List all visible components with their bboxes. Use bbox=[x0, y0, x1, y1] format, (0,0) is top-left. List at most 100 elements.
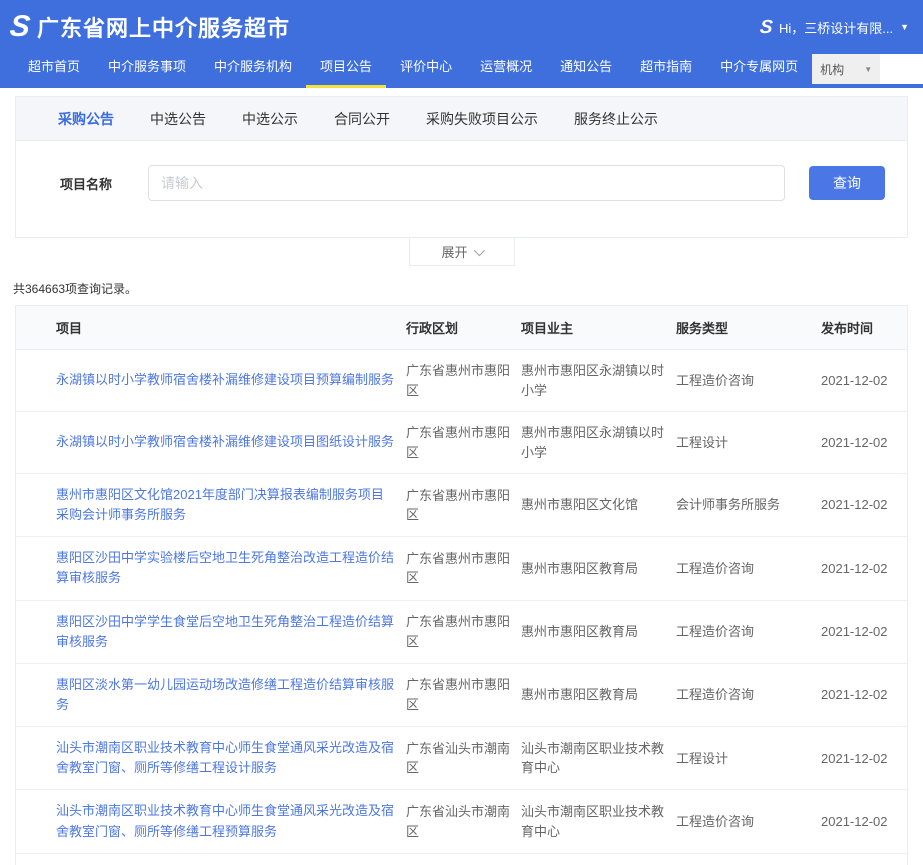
region-cell-text: 广东省惠州市惠阳区 bbox=[406, 677, 510, 712]
expand-label: 展开 bbox=[441, 242, 467, 261]
search-category-value: 机构 bbox=[820, 61, 844, 78]
nav-item-通知公告[interactable]: 通知公告 bbox=[546, 56, 626, 88]
region-cell: 广东省惠州市惠阳区 bbox=[406, 612, 521, 651]
project-link[interactable]: 惠州市惠阳区文化馆2021年度部门决算报表编制服务项目采购会计师事务所服务 bbox=[56, 485, 396, 525]
table-header-row: 项目行政区划项目业主服务类型发布时间 bbox=[16, 306, 907, 350]
table-body: 永湖镇以时小学教师宿舍楼补漏维修建设项目预算编制服务广东省惠州市惠阳区惠州市惠阳… bbox=[16, 350, 907, 865]
project-cell: 永湖镇以时小学教师宿舍楼补漏维修建设项目图纸设计服务 bbox=[16, 432, 406, 452]
nav-item-运营概况[interactable]: 运营概况 bbox=[466, 56, 546, 88]
service-type-cell-text: 会计师事务所服务 bbox=[676, 497, 780, 512]
region-cell: 广东省惠州市惠阳区 bbox=[406, 675, 521, 714]
user-caret-down-icon: ▼ bbox=[900, 22, 909, 32]
nav-item-中介服务事项[interactable]: 中介服务事项 bbox=[94, 56, 200, 88]
owner-cell: 汕头市潮南区职业技术教育中心 bbox=[521, 802, 676, 841]
search-category-select[interactable]: 机构 ▼ bbox=[812, 54, 880, 84]
project-link[interactable]: 永湖镇以时小学教师宿舍楼补漏维修建设项目预算编制服务 bbox=[56, 370, 396, 390]
query-button[interactable]: 查询 bbox=[809, 166, 885, 200]
owner-cell-text: 汕头市潮南区职业技术教育中心 bbox=[521, 741, 664, 776]
results-table: 项目行政区划项目业主服务类型发布时间 永湖镇以时小学教师宿舍楼补漏维修建设项目预… bbox=[15, 305, 908, 865]
column-header: 服务类型 bbox=[676, 318, 821, 337]
nav-item-中介专属网页[interactable]: 中介专属网页 bbox=[706, 56, 812, 88]
owner-cell-text: 汕头市潮南区职业技术教育中心 bbox=[521, 804, 664, 839]
region-cell-text: 广东省惠州市惠阳区 bbox=[406, 551, 510, 586]
page-body: 采购公告中选公告中选公示合同公开采购失败项目公示服务终止公示 项目名称 查询 展… bbox=[0, 88, 923, 865]
owner-cell: 汕头市潮南区职业技术教育中心 bbox=[521, 739, 676, 778]
project-link[interactable]: 汕头市潮南区职业技术教育中心师生食堂通风采光改造及宿舍教室门窗、厕所等修缮工程预… bbox=[56, 801, 396, 841]
user-greeting: Hi，三桥设计有限... bbox=[779, 18, 893, 37]
publish-date-cell: 2021-12-02 bbox=[821, 371, 907, 391]
site-header: S 广东省网上中介服务超市 S Hi，三桥设计有限... ▼ 超市首页中介服务事… bbox=[0, 0, 923, 88]
service-type-cell-text: 工程造价咨询 bbox=[676, 373, 754, 388]
table-row: 惠阳区淡水第一幼儿园运动场改造修缮工程造价结算审核服务广东省惠州市惠阳区惠州市惠… bbox=[16, 664, 907, 727]
project-cell: 永湖镇以时小学教师宿舍楼补漏维修建设项目预算编制服务 bbox=[16, 370, 406, 390]
service-type-cell: 工程设计 bbox=[676, 433, 821, 453]
publish-date-cell-text: 2021-12-02 bbox=[821, 624, 888, 639]
project-cell: 汕头市潮南区职业技术教育中心师生食堂通风采光改造及宿舍教室门窗、厕所等修缮工程设… bbox=[16, 738, 406, 778]
project-link[interactable]: 永湖镇以时小学教师宿舍楼补漏维修建设项目图纸设计服务 bbox=[56, 432, 396, 452]
owner-cell: 惠州市惠阳区教育局 bbox=[521, 559, 676, 579]
table-row: 汕头市潮南区职业技术教育中心师生食堂通风采光改造及宿舍教室门窗、厕所等修缮工程设… bbox=[16, 727, 907, 790]
owner-cell: 惠州市惠阳区永湖镇以时小学 bbox=[521, 423, 676, 462]
publish-date-cell-text: 2021-12-02 bbox=[821, 373, 888, 388]
tab-服务终止公示[interactable]: 服务终止公示 bbox=[556, 97, 676, 141]
nav-item-超市指南[interactable]: 超市指南 bbox=[626, 56, 706, 88]
owner-cell-text: 惠州市惠阳区教育局 bbox=[521, 561, 638, 576]
owner-cell-text: 惠州市惠阳区文化馆 bbox=[521, 497, 638, 512]
service-type-cell-text: 工程造价咨询 bbox=[676, 561, 754, 576]
tab-合同公开[interactable]: 合同公开 bbox=[316, 97, 408, 141]
service-type-cell-text: 工程设计 bbox=[676, 751, 728, 766]
publish-date-cell-text: 2021-12-02 bbox=[821, 435, 888, 450]
expand-toggle[interactable]: 展开 bbox=[409, 238, 515, 266]
nav-item-评价中心[interactable]: 评价中心 bbox=[386, 56, 466, 88]
project-name-input[interactable] bbox=[148, 165, 785, 201]
project-link[interactable]: 汕头市潮南区职业技术教育中心师生食堂通风采光改造及宿舍教室门窗、厕所等修缮工程设… bbox=[56, 738, 396, 778]
publish-date-cell: 2021-12-02 bbox=[821, 433, 907, 453]
nav-item-超市首页[interactable]: 超市首页 bbox=[14, 56, 94, 88]
user-menu[interactable]: S Hi，三桥设计有限... ▼ bbox=[760, 18, 909, 37]
region-cell-text: 广东省惠州市惠阳区 bbox=[406, 363, 510, 398]
owner-cell: 惠州市惠阳区永湖镇以时小学 bbox=[521, 361, 676, 400]
publish-date-cell: 2021-12-02 bbox=[821, 685, 907, 705]
header-search: 机构 ▼ bbox=[812, 54, 923, 84]
table-row: 惠阳区沙田中学实验楼后空地卫生死角整治改造工程造价结算审核服务广东省惠州市惠阳区… bbox=[16, 537, 907, 600]
project-link[interactable]: 惠阳区沙田中学学生食堂后空地卫生死角整治工程造价结算审核服务 bbox=[56, 612, 396, 652]
tab-采购公告[interactable]: 采购公告 bbox=[40, 97, 132, 141]
owner-cell: 惠州市惠阳区文化馆 bbox=[521, 495, 676, 515]
service-type-cell: 工程造价咨询 bbox=[676, 559, 821, 579]
column-header: 项目业主 bbox=[521, 318, 676, 337]
nav-item-中介服务机构[interactable]: 中介服务机构 bbox=[200, 56, 306, 88]
publish-date-cell: 2021-12-02 bbox=[821, 812, 907, 832]
site-title: 广东省网上中介服务超市 bbox=[37, 11, 290, 43]
publish-date-cell: 2021-12-02 bbox=[821, 495, 907, 515]
owner-cell: 惠州市惠阳区教育局 bbox=[521, 685, 676, 705]
service-type-cell: 工程造价咨询 bbox=[676, 812, 821, 832]
owner-cell-text: 惠州市惠阳区教育局 bbox=[521, 624, 638, 639]
region-cell: 广东省惠州市惠阳区 bbox=[406, 361, 521, 400]
filter-form: 项目名称 查询 bbox=[16, 141, 907, 237]
service-type-cell: 工程设计 bbox=[676, 749, 821, 769]
region-cell: 广东省惠州市惠阳区 bbox=[406, 549, 521, 588]
region-cell-text: 广东省惠州市惠阳区 bbox=[406, 425, 510, 460]
project-link[interactable]: 惠阳区沙田中学实验楼后空地卫生死角整治改造工程造价结算审核服务 bbox=[56, 548, 396, 588]
region-cell: 广东省惠州市惠阳区 bbox=[406, 486, 521, 525]
tab-中选公示[interactable]: 中选公示 bbox=[224, 97, 316, 141]
user-logo-icon: S bbox=[759, 18, 773, 37]
table-row: 永湖镇以时小学教师宿舍楼补漏维修建设项目预算编制服务广东省惠州市惠阳区惠州市惠阳… bbox=[16, 350, 907, 412]
publish-date-cell: 2021-12-02 bbox=[821, 622, 907, 642]
header-search-input[interactable] bbox=[880, 54, 923, 84]
project-link[interactable]: 惠阳区淡水第一幼儿园运动场改造修缮工程造价结算审核服务 bbox=[56, 675, 396, 715]
nav-item-项目公告[interactable]: 项目公告 bbox=[306, 56, 386, 88]
region-cell: 广东省惠州市惠阳区 bbox=[406, 423, 521, 462]
owner-cell-text: 惠州市惠阳区教育局 bbox=[521, 687, 638, 702]
project-cell: 汕头市潮南区职业技术教育中心师生食堂通风采光改造及宿舍教室门窗、厕所等修缮工程预… bbox=[16, 801, 406, 841]
service-type-cell-text: 工程造价咨询 bbox=[676, 687, 754, 702]
region-cell-text: 广东省惠州市惠阳区 bbox=[406, 488, 510, 523]
tab-采购失败项目公示[interactable]: 采购失败项目公示 bbox=[408, 97, 556, 141]
region-cell-text: 广东省汕头市潮南区 bbox=[406, 804, 510, 839]
service-type-cell: 会计师事务所服务 bbox=[676, 495, 821, 515]
service-type-cell-text: 工程造价咨询 bbox=[676, 814, 754, 829]
tab-中选公告[interactable]: 中选公告 bbox=[132, 97, 224, 141]
project-name-label: 项目名称 bbox=[60, 174, 148, 193]
region-cell-text: 广东省惠州市惠阳区 bbox=[406, 614, 510, 649]
main-nav: 超市首页中介服务事项中介服务机构项目公告评价中心运营概况通知公告超市指南中介专属… bbox=[14, 54, 812, 88]
